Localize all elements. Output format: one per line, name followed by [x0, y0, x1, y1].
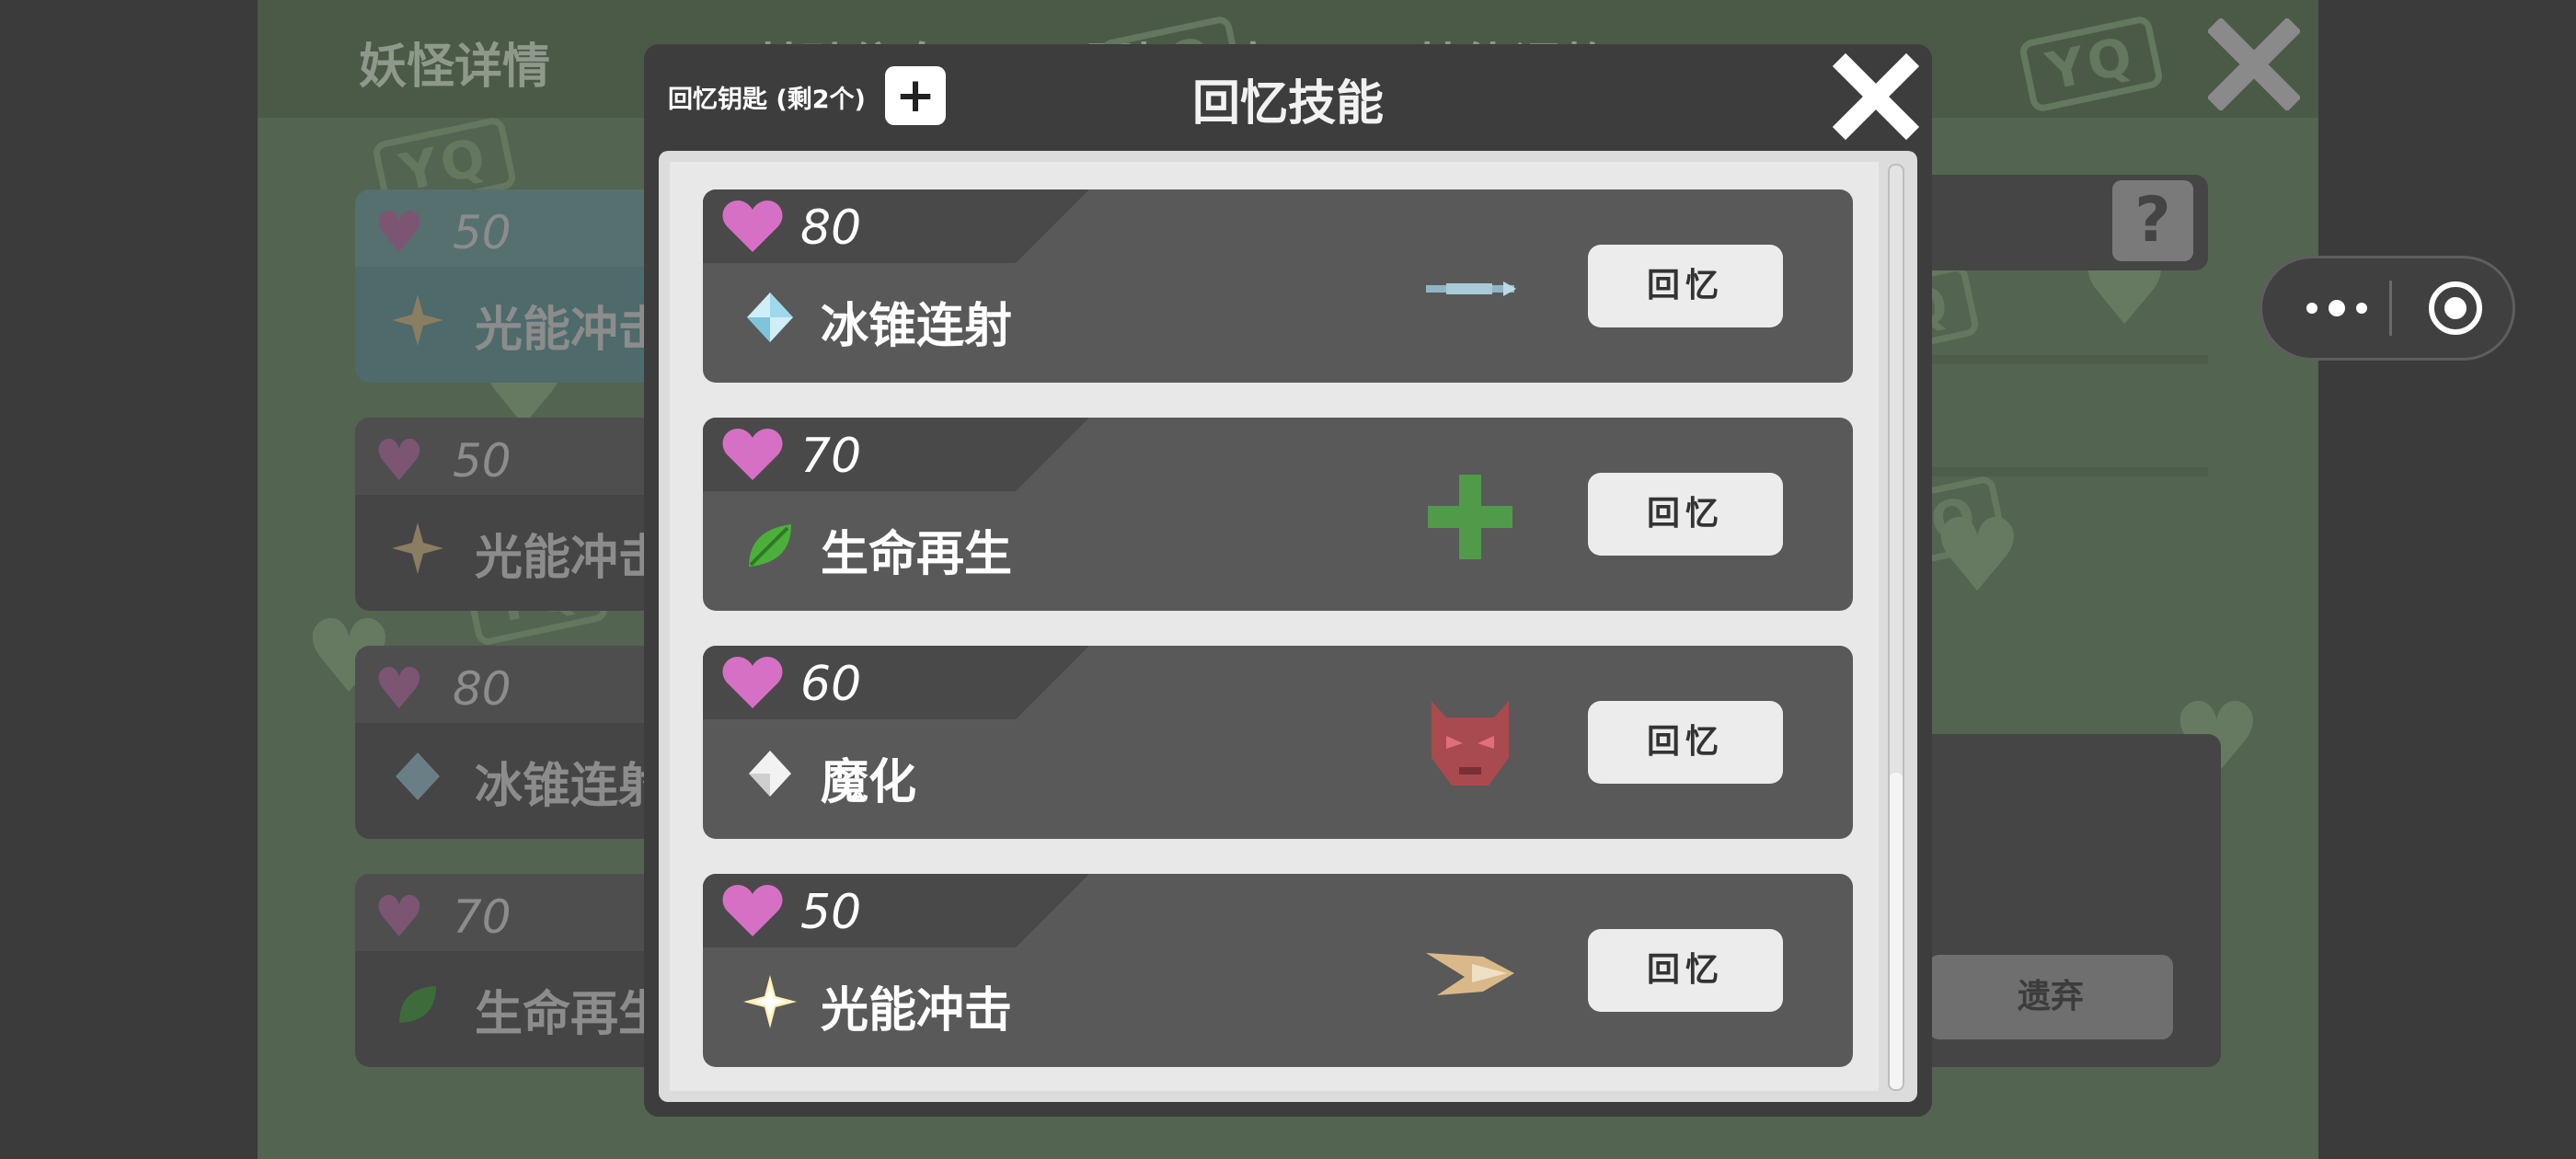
- ice-arrow-icon: [1426, 281, 1516, 296]
- recall-button[interactable]: 回忆: [1588, 929, 1783, 1012]
- ice-crystal-icon: [747, 293, 793, 342]
- heart-icon: [722, 657, 783, 708]
- skill-name: 魔化: [821, 755, 917, 810]
- heart-icon: [722, 429, 783, 480]
- skill-card: 60 魔化 回忆: [703, 646, 1853, 839]
- demon-mask-icon: [1432, 701, 1509, 786]
- left-letterbox: [0, 0, 258, 1159]
- golden-star-icon: [743, 975, 797, 1028]
- skill-card: 50 光能冲击 回忆: [703, 874, 1853, 1067]
- skill-cost: 80: [800, 201, 862, 256]
- heart-icon: [722, 885, 783, 936]
- heart-icon: [722, 201, 783, 252]
- recall-button[interactable]: 回忆: [1588, 245, 1783, 327]
- star-gem-icon: [392, 522, 443, 574]
- green-cross-icon: [1428, 475, 1512, 559]
- target-icon[interactable]: [2424, 277, 2487, 339]
- heart-icon: ♥: [374, 427, 425, 494]
- recall-button[interactable]: 回忆: [1588, 473, 1783, 556]
- close-icon: [2208, 18, 2300, 110]
- scrollbar-thumb[interactable]: [1890, 773, 1903, 1089]
- green-leaf-icon: [749, 524, 791, 567]
- skill-cost: 70: [800, 429, 862, 484]
- close-icon[interactable]: [1831, 52, 1921, 142]
- light-wing-icon: [1426, 953, 1514, 995]
- skill-cost: 50: [800, 885, 862, 940]
- skill-name: 光能冲击: [821, 983, 1013, 1039]
- recall-button[interactable]: 回忆: [1588, 701, 1783, 784]
- more-dots-icon[interactable]: [2295, 279, 2378, 338]
- skill-name: 生命再生: [821, 527, 1013, 582]
- skill-list[interactable]: 80 冰锥连射 回忆 70 生命再生 回忆 60 魔化 回忆 50 光能冲击 回…: [659, 151, 1917, 1102]
- discard-button: 遗弃: [1928, 955, 2173, 1039]
- heart-icon: ♥: [1932, 497, 2023, 614]
- skill-cost: 60: [800, 657, 862, 712]
- white-crystal-icon: [749, 751, 791, 797]
- star-gem-icon: [392, 294, 443, 346]
- skill-card: 80 冰锥连射 回忆: [703, 189, 1853, 383]
- skill-card: 70 生命再生 回忆: [703, 418, 1853, 611]
- modal-title: 回忆技能: [1191, 76, 1384, 132]
- heart-icon: ♥: [374, 655, 425, 722]
- ice-gem-icon: [396, 752, 440, 800]
- bg-tab-details: 妖怪详情: [359, 40, 551, 95]
- heart-icon: ♥: [374, 883, 425, 950]
- skill-name: 冰锥连射: [821, 299, 1013, 354]
- leaf-gem-icon: [399, 986, 436, 1023]
- mini-program-capsule: [2260, 256, 2515, 361]
- recall-skill-modal: 回忆钥匙 (剩2个) + 回忆技能 80 冰锥连射 回忆 70 生命再生 回忆 …: [644, 44, 1932, 1117]
- heart-icon: ♥: [374, 199, 425, 266]
- right-letterbox: [2318, 0, 2576, 1159]
- help-icon: ?: [2112, 180, 2193, 261]
